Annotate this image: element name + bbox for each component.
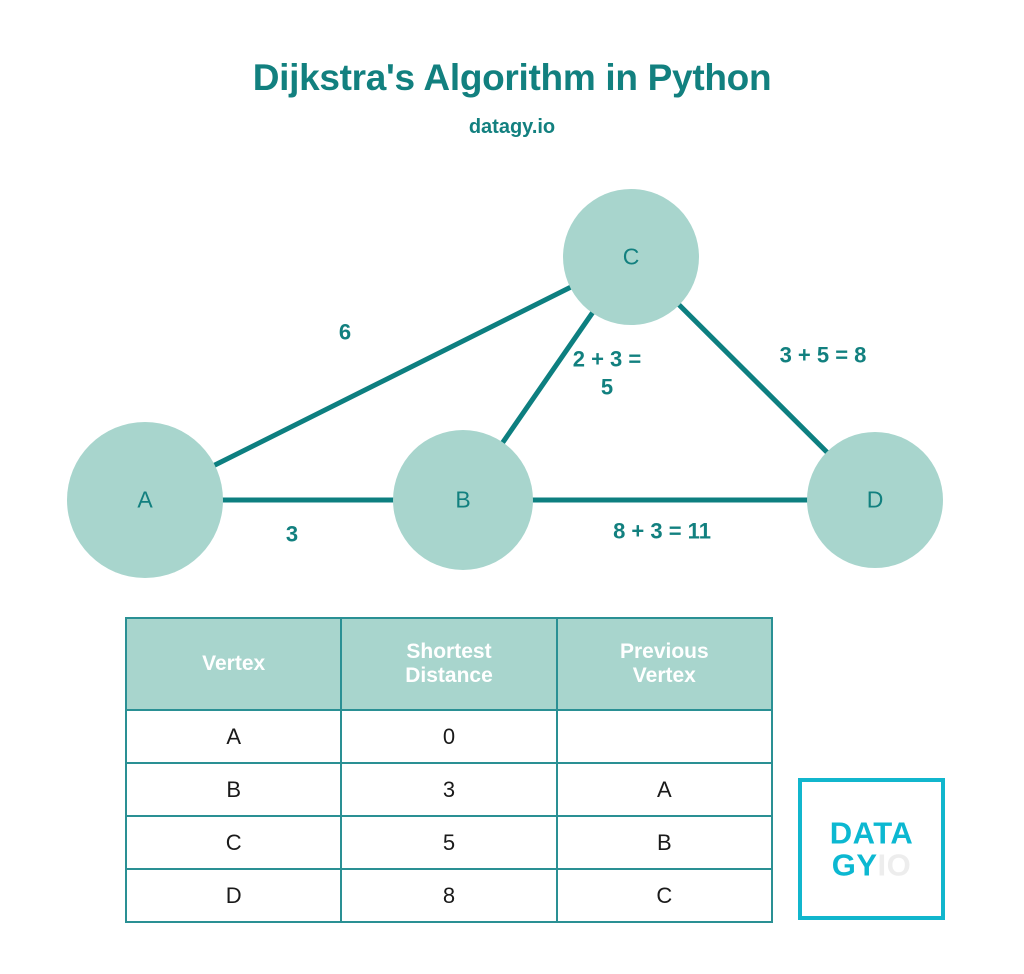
table-row: A0: [124, 709, 774, 764]
graph-node-c[interactable]: [563, 189, 699, 325]
graph-svg: [67, 189, 943, 578]
shortest-distance-table: Vertex Shortest Distance Previous Vertex…: [124, 617, 774, 923]
graph-edge-c-d: [673, 299, 833, 458]
table-cell-vertex-row4: D: [124, 868, 343, 923]
graph-node-a[interactable]: [67, 422, 223, 578]
table-cell-previous-vertex-row4: C: [555, 868, 774, 923]
edge-weight-label-b-c: 2 + 3 = 5: [572, 346, 642, 400]
page-subtitle: datagy.io: [468, 116, 556, 138]
column-header-vertex: Vertex: [124, 617, 343, 711]
edge-weight-label-a-b: 3: [285, 521, 299, 547]
logo-text-io: IO: [877, 847, 912, 882]
table-cell-shortest-distance-row4: 8: [340, 868, 558, 923]
page-title: Dijkstra's Algorithm in Python: [252, 57, 772, 98]
logo-line-data: DATA: [829, 815, 914, 851]
table-cell-previous-vertex-row3: B: [555, 815, 774, 870]
logo-line-gyio: GYIO: [832, 847, 912, 882]
table-header: Vertex Shortest Distance Previous Vertex: [124, 617, 774, 711]
logo-text-gy: GY: [831, 847, 878, 882]
table-row: B3A: [124, 762, 774, 817]
edge-weight-label-c-d: 3 + 5 = 8: [779, 342, 867, 368]
node-layer: [67, 189, 943, 578]
table-cell-shortest-distance-row2: 3: [340, 762, 558, 817]
table-cell-vertex-row1: A: [124, 709, 343, 764]
dijkstra-graph: ABCD 632 + 3 = 53 + 5 = 88 + 3 = 11: [0, 160, 1024, 600]
datagy-logo: DATA GYIO: [798, 778, 945, 920]
column-header-shortest-distance: Shortest Distance: [340, 617, 558, 711]
graph-edge-a-c: [208, 283, 577, 470]
table-cell-vertex-row3: C: [124, 815, 343, 870]
table-cell-shortest-distance-row1: 0: [340, 709, 558, 764]
edge-weight-label-b-d: 8 + 3 = 11: [613, 518, 711, 544]
column-header-previous-vertex: Previous Vertex: [555, 617, 774, 711]
table-body: A0B3AC5BD8C: [124, 709, 774, 923]
diagram-canvas: Dijkstra's Algorithm in Python datagy.io…: [0, 0, 1024, 974]
table-cell-vertex-row2: B: [124, 762, 343, 817]
table-header-row: Vertex Shortest Distance Previous Vertex: [124, 617, 774, 711]
graph-node-d[interactable]: [807, 432, 943, 568]
table-row: D8C: [124, 868, 774, 923]
table-cell-previous-vertex-row2: A: [555, 762, 774, 817]
table-cell-previous-vertex-row1: [555, 709, 774, 764]
graph-node-b[interactable]: [393, 430, 533, 570]
logo-text: DATA GYIO: [802, 817, 941, 880]
edge-weight-label-a-c: 6: [338, 319, 352, 345]
table-row: C5B: [124, 815, 774, 870]
table-cell-shortest-distance-row3: 5: [340, 815, 558, 870]
